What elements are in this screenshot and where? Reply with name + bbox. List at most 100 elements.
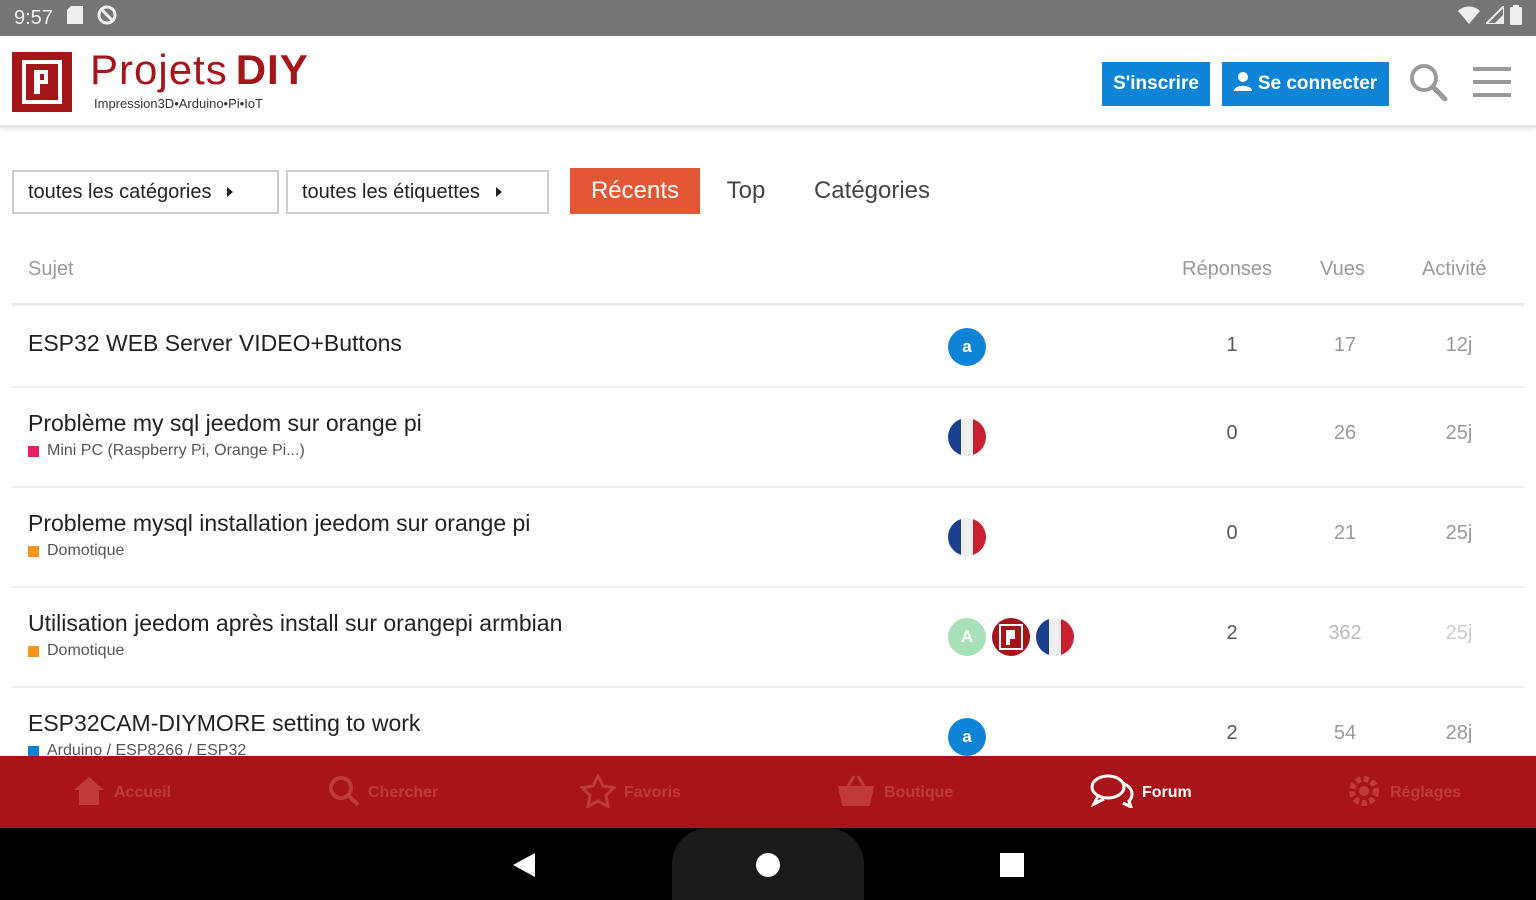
category-name: Domotique — [47, 642, 125, 659]
signal-icon — [1483, 3, 1505, 30]
battery-icon — [1510, 5, 1522, 31]
back-icon[interactable] — [509, 850, 539, 880]
topic-replies: 1 — [1226, 334, 1238, 356]
topic-posters: a — [948, 718, 986, 756]
topic-replies: 0 — [1226, 422, 1238, 444]
topic-activity[interactable]: 25j — [1419, 422, 1499, 445]
category-badge[interactable]: Domotique — [28, 642, 124, 660]
sync-icon — [97, 5, 117, 31]
topic-title[interactable]: ESP32CAM-DIYMORE setting to work — [28, 710, 420, 737]
search-icon[interactable] — [1406, 60, 1450, 104]
topic-activity[interactable]: 25j — [1419, 522, 1499, 545]
topic-views: 17 — [1333, 334, 1357, 356]
gear-icon — [1346, 773, 1382, 814]
column-header-subject[interactable]: Sujet — [28, 258, 74, 281]
topic-row[interactable]: Problème my sql jeedom sur orange pi Min… — [12, 388, 1524, 488]
status-bar: 9:57 — [0, 0, 1536, 36]
home-icon[interactable] — [753, 850, 783, 880]
category-badge[interactable]: Domotique — [28, 542, 124, 560]
topic-activity[interactable]: 25j — [1419, 622, 1499, 645]
bag-icon — [836, 774, 876, 813]
wifi-icon — [1458, 6, 1480, 30]
topic-posters: a — [948, 328, 986, 366]
topic-replies: 0 — [1226, 522, 1238, 544]
avatar-logo[interactable] — [992, 618, 1030, 656]
topic-activity[interactable]: 12j — [1419, 334, 1499, 357]
category-color-swatch — [28, 745, 39, 756]
recents-icon[interactable] — [997, 850, 1027, 880]
topic-posters — [948, 518, 986, 556]
nav-item-settings[interactable]: Réglages — [1346, 774, 1461, 812]
avatar-flag[interactable] — [1036, 618, 1074, 656]
topic-views: 54 — [1333, 722, 1357, 744]
avatar-flag[interactable] — [948, 418, 986, 456]
nav-item-forum[interactable]: Forum — [1090, 774, 1192, 812]
topic-title[interactable]: Problème my sql jeedom sur orange pi — [28, 410, 422, 437]
home-icon — [72, 775, 106, 812]
nav-item-search[interactable]: Chercher — [328, 774, 438, 812]
topic-row[interactable]: Probleme mysql installation jeedom sur o… — [12, 488, 1524, 588]
topic-list: ESP32 WEB Server VIDEO+Buttons a 1 17 12… — [12, 308, 1524, 756]
nav-item-shop[interactable]: Boutique — [836, 774, 953, 812]
category-name: Mini PC (Raspberry Pi, Orange Pi...) — [47, 442, 305, 459]
bottom-navigation: Accueil Chercher Favoris Boutique Forum … — [0, 756, 1536, 828]
topic-title[interactable]: ESP32 WEB Server VIDEO+Buttons — [28, 330, 402, 357]
column-header-activity[interactable]: Activité — [1422, 258, 1486, 281]
sd-card-icon — [66, 6, 83, 30]
topic-posters: A — [948, 618, 1074, 656]
search-icon — [328, 775, 360, 812]
category-color-swatch — [28, 545, 39, 557]
category-color-swatch — [28, 445, 39, 457]
topic-row[interactable]: ESP32CAM-DIYMORE setting to work Arduino… — [12, 688, 1524, 756]
topic-replies: 2 — [1226, 722, 1238, 744]
topic-table-header: Sujet Réponses Vues Activité — [12, 240, 1524, 306]
tags-dropdown[interactable]: toutes les étiquettes — [286, 170, 549, 214]
logo[interactable] — [12, 52, 72, 112]
topic-filters: toutes les catégories toutes les étiquet… — [0, 150, 1536, 230]
categories-dropdown[interactable]: toutes les catégories — [12, 170, 279, 214]
topic-views: 362 — [1328, 622, 1362, 644]
category-badge[interactable]: Arduino / ESP8266 / ESP32 — [28, 742, 246, 756]
login-button[interactable]: Se connecter — [1222, 62, 1389, 106]
avatar[interactable]: a — [948, 718, 986, 756]
caret-right-icon — [227, 187, 234, 197]
nav-item-favorites[interactable]: Favoris — [578, 772, 681, 813]
forum-icon — [1090, 774, 1134, 813]
tab-top[interactable]: Top — [720, 168, 772, 214]
tab-categories[interactable]: Catégories — [806, 168, 938, 214]
user-icon — [1233, 71, 1252, 97]
categories-dropdown-label: toutes les catégories — [28, 180, 212, 203]
avatar[interactable]: a — [948, 328, 986, 366]
site-header: Projets DIY Impression3D•Arduino•Pi•IoT S… — [0, 36, 1536, 128]
nav-item-home[interactable]: Accueil — [72, 774, 171, 812]
avatar-flag[interactable] — [948, 518, 986, 556]
nav-item-label: Chercher — [368, 784, 439, 801]
system-navigation-bar — [0, 828, 1536, 900]
topic-title[interactable]: Utilisation jeedom après install sur ora… — [28, 610, 562, 637]
nav-item-label: Accueil — [114, 784, 171, 801]
category-badge[interactable]: Mini PC (Raspberry Pi, Orange Pi...) — [28, 442, 305, 460]
category-name: Arduino / ESP8266 / ESP32 — [47, 742, 247, 756]
topic-row[interactable]: Utilisation jeedom après install sur ora… — [12, 588, 1524, 688]
column-header-views[interactable]: Vues — [1320, 258, 1365, 281]
avatar[interactable]: A — [948, 618, 986, 656]
login-label: Se connecter — [1257, 73, 1378, 94]
logo-subtitle: Impression3D•Arduino•Pi•IoT — [94, 96, 263, 111]
hamburger-menu-icon[interactable] — [1470, 60, 1514, 104]
topic-row[interactable]: ESP32 WEB Server VIDEO+Buttons a 1 17 12… — [12, 308, 1524, 388]
tab-recent[interactable]: Récents — [570, 168, 700, 214]
signup-button[interactable]: S'inscrire — [1102, 62, 1210, 106]
status-time: 9:57 — [14, 6, 53, 29]
nav-item-label: Forum — [1142, 784, 1192, 801]
topic-activity[interactable]: 28j — [1419, 722, 1499, 745]
topic-replies: 2 — [1226, 622, 1238, 644]
topic-title[interactable]: Probleme mysql installation jeedom sur o… — [28, 510, 530, 537]
star-icon — [578, 772, 618, 813]
category-name: Domotique — [47, 542, 125, 559]
nav-item-label: Réglages — [1390, 784, 1462, 801]
category-color-swatch — [28, 645, 39, 657]
caret-right-icon — [495, 187, 502, 197]
tags-dropdown-label: toutes les étiquettes — [302, 180, 480, 203]
topic-views: 21 — [1333, 522, 1357, 544]
column-header-replies[interactable]: Réponses — [1182, 258, 1272, 281]
